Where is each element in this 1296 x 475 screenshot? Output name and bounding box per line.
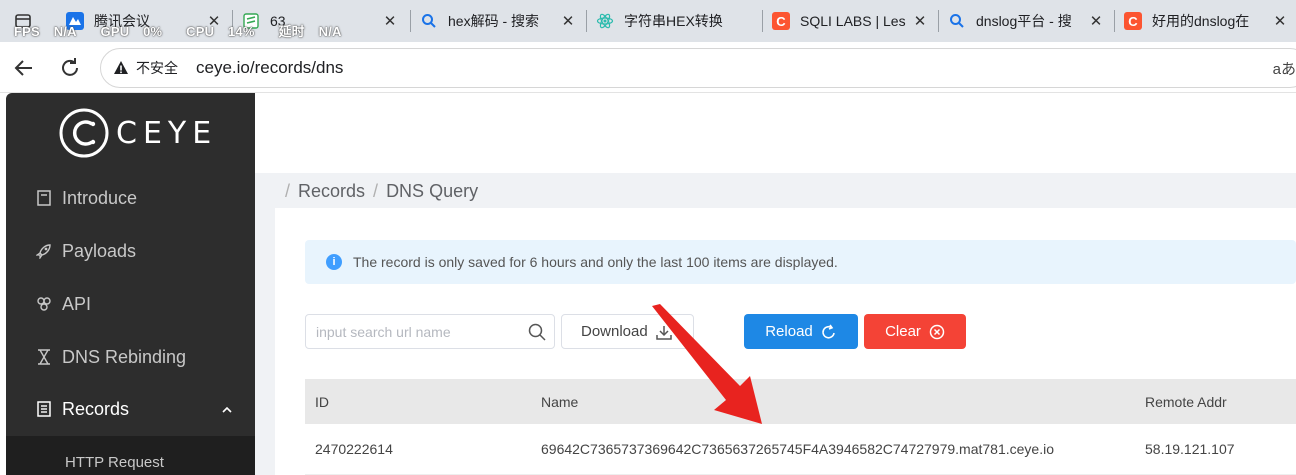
info-alert: i The record is only saved for 6 hours a… — [305, 240, 1296, 284]
search-icon[interactable] — [528, 323, 546, 346]
column-header-remote-addr[interactable]: Remote Addr — [1145, 379, 1227, 424]
api-icon — [36, 296, 52, 312]
clear-label: Clear — [885, 323, 921, 340]
sidebar-item-payloads[interactable]: Payloads — [6, 225, 255, 277]
back-button[interactable] — [10, 54, 38, 82]
close-circle-icon — [929, 324, 945, 340]
column-header-name[interactable]: Name — [541, 379, 578, 424]
sidebar-item-label: Introduce — [62, 187, 138, 208]
search-icon — [420, 12, 438, 30]
alert-text: The record is only saved for 6 hours and… — [353, 254, 838, 270]
clear-button[interactable]: Clear — [864, 314, 966, 349]
back-arrow-icon — [14, 60, 32, 76]
sidebar-item-records[interactable]: Records — [6, 383, 255, 435]
sidebar-item-label: Payloads — [62, 240, 137, 261]
sidebar-item-introduce[interactable]: Introduce — [6, 172, 255, 224]
tab-hex-convert[interactable]: 字符串HEX转换 — [588, 2, 760, 40]
tab-separator — [410, 10, 411, 32]
browser-tab-strip: 腾讯会议 ✕ 63 ✕ hex解码 - 搜索 ✕ 字符串HEX转换 C SQLI… — [0, 0, 1296, 42]
csdn-icon: C — [772, 12, 790, 30]
column-header-id[interactable]: ID — [315, 379, 329, 424]
close-icon[interactable]: ✕ — [382, 12, 398, 30]
sidebar: CEYE Introduce Payloads API DNS Rebindin… — [6, 93, 255, 475]
cell-id: 2470222614 — [315, 441, 393, 457]
address-bar: 不安全 ceye.io/records/dns aあ — [0, 42, 1296, 93]
rocket-icon — [36, 243, 52, 259]
performance-overlay: FPS N/A GPU 0% CPU 14% 延时 N/A — [14, 24, 342, 39]
insecure-label: 不安全 — [136, 60, 178, 76]
breadcrumb: / Records / DNS Query — [285, 181, 479, 201]
reload-label: Reload — [765, 323, 813, 340]
sidebar-item-label: Records — [62, 398, 130, 419]
ceye-logo-icon — [59, 108, 109, 158]
tab-title: 好用的dnslog在 — [1152, 13, 1250, 29]
warning-icon — [114, 61, 128, 74]
tab-separator — [586, 10, 587, 32]
tab-hex-search[interactable]: hex解码 - 搜索 ✕ — [412, 2, 584, 40]
search-icon — [948, 12, 966, 30]
ceye-logo[interactable]: CEYE — [58, 105, 217, 161]
close-icon[interactable]: ✕ — [1088, 12, 1104, 30]
table-header: ID Name Remote Addr — [305, 379, 1296, 424]
close-icon[interactable]: ✕ — [1272, 12, 1288, 30]
close-icon[interactable]: ✕ — [560, 12, 576, 30]
breadcrumb-records[interactable]: Records — [298, 181, 365, 201]
tab-separator — [762, 10, 763, 32]
logo-text: CEYE — [116, 115, 218, 151]
sidebar-item-api[interactable]: API — [6, 278, 255, 330]
tab-title: hex解码 - 搜索 — [448, 13, 540, 29]
tab-dnslog-csdn[interactable]: C 好用的dnslog在 ✕ — [1116, 2, 1296, 40]
records-submenu: HTTP Request — [6, 436, 255, 475]
list-icon — [36, 401, 52, 417]
tab-dnslog-search[interactable]: dnslog平台 - 搜 ✕ — [940, 2, 1112, 40]
url-field[interactable]: 不安全 ceye.io/records/dns — [100, 48, 1296, 88]
sidebar-item-label: API — [62, 293, 92, 314]
tab-title: SQLI LABS | Les — [800, 13, 906, 29]
tab-title: 字符串HEX转换 — [624, 13, 723, 29]
tab-sqli-labs[interactable]: C SQLI LABS | Les ✕ — [764, 2, 936, 40]
sidebar-subitem-http-request[interactable]: HTTP Request — [65, 454, 164, 471]
csdn-icon: C — [1124, 12, 1142, 30]
cell-name: 69642C7365737369642C7365637265745F4A3946… — [541, 441, 1055, 457]
top-header — [255, 93, 1296, 173]
search-box — [305, 314, 555, 349]
breadcrumb-dns-query: DNS Query — [386, 181, 479, 201]
cell-remote-addr: 58.19.121.107 — [1145, 441, 1235, 457]
react-icon — [596, 12, 614, 30]
refresh-icon — [62, 58, 78, 76]
table-row[interactable]: 2470222614 69642C7365737369642C736563726… — [305, 424, 1296, 475]
sidebar-item-label: DNS Rebinding — [62, 346, 187, 367]
book-icon — [36, 190, 52, 206]
close-icon[interactable]: ✕ — [912, 12, 928, 30]
url-text: ceye.io/records/dns — [196, 58, 344, 77]
reload-page-button[interactable] — [56, 54, 84, 82]
download-icon — [655, 324, 672, 340]
download-label: Download — [581, 323, 648, 340]
download-button[interactable]: Download — [561, 314, 694, 349]
refresh-icon — [821, 324, 837, 340]
hourglass-icon — [36, 349, 52, 365]
tab-separator — [938, 10, 939, 32]
chevron-up-icon[interactable] — [221, 400, 233, 421]
search-input[interactable] — [306, 315, 516, 348]
read-aloud-icon[interactable]: aあ — [1273, 58, 1296, 79]
sidebar-item-dns-rebinding[interactable]: DNS Rebinding — [6, 331, 255, 383]
tab-separator — [1114, 10, 1115, 32]
tab-title: dnslog平台 - 搜 — [976, 13, 1072, 29]
info-icon: i — [326, 254, 342, 270]
reload-button[interactable]: Reload — [744, 314, 858, 349]
